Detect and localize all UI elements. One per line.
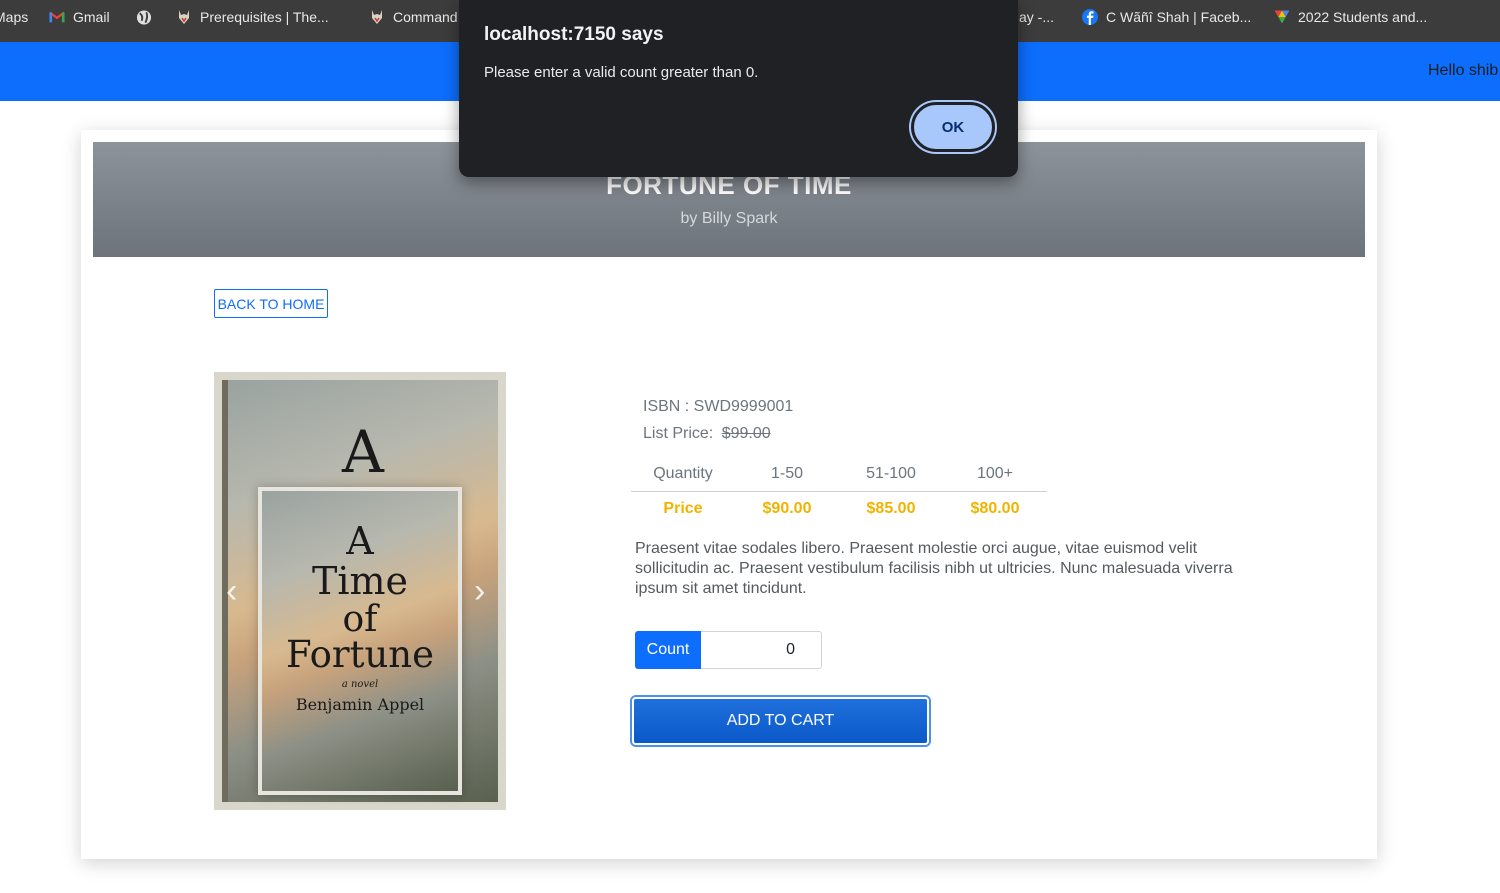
bookmark-label: Maps [0, 9, 29, 25]
count-label: Count [635, 631, 701, 669]
dialog-message: Please enter a valid count greater than … [484, 64, 759, 81]
bookmark-label: Command [393, 9, 458, 25]
carousel-prev-icon[interactable]: ‹ [226, 572, 237, 611]
table-cell: $90.00 [762, 500, 812, 517]
bookmark-label: ay -... [1019, 9, 1055, 25]
wolf-icon [369, 9, 385, 25]
table-header: 51-100 [839, 457, 943, 492]
image-carousel: A A Time of Fortune a novel Benjamin App… [214, 372, 506, 810]
book-author: by Billy Spark [680, 210, 778, 227]
list-price: List Price: $99.00 [643, 425, 771, 443]
bookmark-label: C Wãñî Shah | Faceb... [1106, 9, 1252, 25]
product-card: FORTUNE OF TIME by Billy Spark BACK TO H… [81, 130, 1377, 859]
table-header-row: Quantity 1-50 51-100 100+ [631, 457, 1047, 492]
count-input-group: Count [635, 631, 822, 669]
bookmark-facebook[interactable]: C Wãñî Shah | Faceb... [1082, 0, 1251, 34]
cover-text: Fortune [285, 633, 435, 676]
book-description: Praesent vitae sodales libero. Praesent … [635, 540, 1233, 597]
bookmark-label: Prerequisites | The... [200, 9, 329, 25]
list-price-value: $99.00 [721, 425, 771, 442]
table-cell: $85.00 [866, 500, 916, 517]
bookmark-prerequisites[interactable]: Prerequisites | The... [176, 0, 329, 34]
cover-text: Time [311, 559, 409, 603]
bookmark-globe[interactable] [136, 0, 152, 34]
back-to-home-button[interactable]: BACK TO HOME [214, 289, 328, 318]
cover-text: A [342, 418, 384, 486]
bookmark-maps[interactable]: Maps [0, 0, 28, 34]
price-tier-table: Quantity 1-50 51-100 100+ Price $90.00 $… [631, 457, 1047, 526]
bookmark-students[interactable]: 2022 Students and... [1274, 0, 1427, 34]
gmail-icon [49, 9, 65, 25]
add-to-cart-button[interactable]: ADD TO CART [632, 697, 929, 745]
wolf-icon [176, 9, 192, 25]
bookmark-label: Gmail [73, 9, 110, 25]
table-header: Quantity [631, 457, 735, 492]
dialog-title: localhost:7150 says [484, 24, 664, 45]
table-cell: $80.00 [970, 500, 1020, 517]
cover-text: A [346, 519, 374, 563]
bookmark-gmail[interactable]: Gmail [49, 0, 110, 34]
table-header: 1-50 [735, 457, 839, 492]
table-cell: Price [663, 500, 703, 517]
table-row: Price $90.00 $85.00 $80.00 [631, 492, 1047, 527]
cover-text: Benjamin Appel [295, 695, 425, 714]
cover-text: a novel [341, 679, 379, 690]
isbn: ISBN : SWD9999001 [643, 398, 794, 415]
alert-dialog: localhost:7150 says Please enter a valid… [459, 0, 1018, 177]
count-input[interactable] [701, 631, 822, 669]
bookmark-partial[interactable]: ay -... [1019, 0, 1054, 34]
bookmark-label: 2022 Students and... [1298, 9, 1428, 25]
bookmark-command[interactable]: Command [369, 0, 458, 34]
carousel-next-icon[interactable]: › [474, 572, 485, 611]
facebook-icon [1082, 9, 1098, 25]
ok-button[interactable]: OK [911, 102, 995, 152]
globe-icon [136, 9, 152, 25]
book-cover-image: A Time of Fortune a novel Benjamin Appel [258, 487, 462, 795]
table-header: 100+ [943, 457, 1047, 492]
drive-icon [1274, 9, 1290, 25]
user-greeting[interactable]: Hello shib [1428, 62, 1498, 80]
list-price-label: List Price: [643, 425, 714, 442]
